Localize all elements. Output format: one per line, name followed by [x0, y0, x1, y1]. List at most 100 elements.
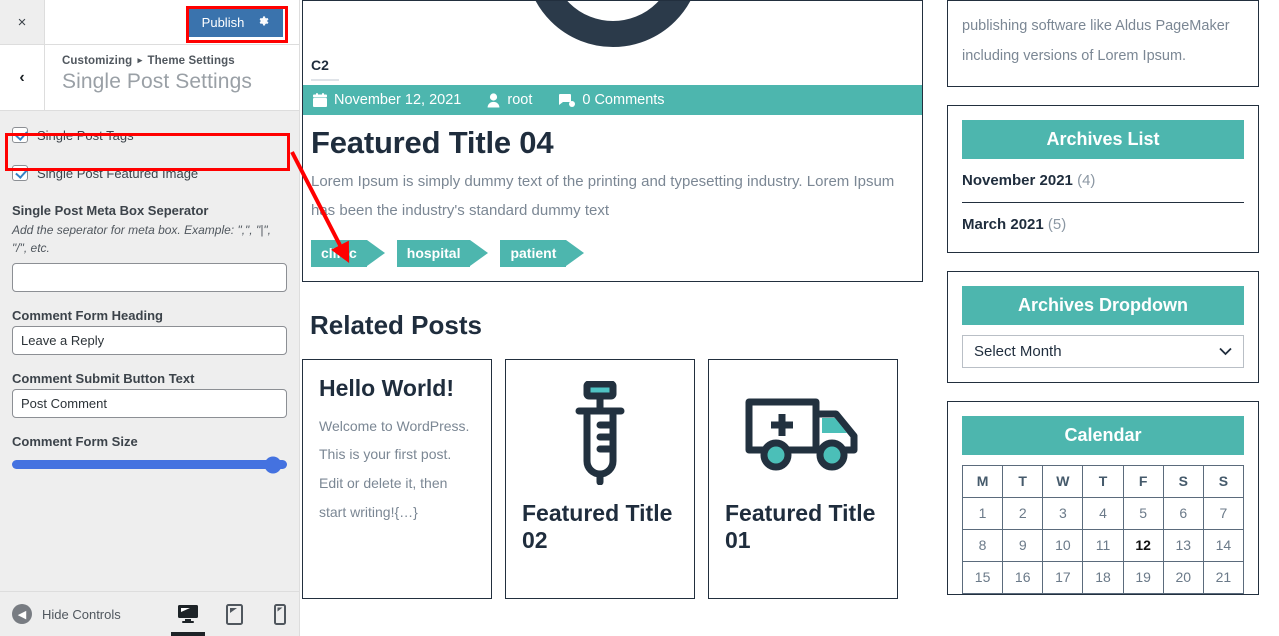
calendar-day-cell[interactable]: 14 — [1202, 528, 1245, 562]
checkbox-single-post-tags[interactable] — [12, 127, 28, 143]
calendar-day-cell[interactable]: 17 — [1042, 560, 1084, 594]
calendar-day-cell[interactable]: 21 — [1202, 560, 1245, 594]
related-post-title[interactable]: Featured Title 01 — [725, 500, 881, 554]
archives-list-title: Archives List — [962, 119, 1244, 159]
text-widget-body: publishing software like Aldus PageMaker… — [948, 1, 1258, 86]
post-meta-bar: November 12, 2021 root 0 Comments — [303, 85, 922, 115]
breadcrumb-root: Customizing — [62, 55, 133, 67]
calendar-day-cell[interactable]: 7 — [1202, 496, 1245, 530]
calendar-wrap: MTWTFSS 1 2 3 4 5 6 7 8 9 10 11 12 13 14 15 16 17 18 19 20 2… — [948, 455, 1258, 594]
archives-item-count: (4) — [1077, 171, 1096, 189]
gear-icon[interactable] — [256, 14, 270, 30]
archives-item-count: (5) — [1047, 215, 1067, 233]
post-tag-list: clinic hospital patient — [303, 232, 922, 281]
calendar-day-header: S — [1202, 464, 1245, 498]
widget-calendar: Calendar MTWTFSS 1 2 3 4 5 6 7 8 9 10 11 12 13 14 15 16… — [947, 400, 1259, 595]
featured-image-graphic — [524, 1, 701, 47]
slider-thumb[interactable] — [264, 456, 282, 473]
post-tag[interactable]: patient — [500, 239, 585, 267]
calendar-title: Calendar — [962, 415, 1244, 455]
calendar-week-row: 1234567 — [961, 496, 1245, 530]
calendar-day-cell[interactable]: 10 — [1042, 528, 1084, 562]
archives-list-item[interactable]: November 2021 (4) — [962, 159, 1244, 203]
breadcrumb: Customizing ▸ Theme Settings — [62, 55, 252, 67]
calendar-day-cell[interactable]: 15 — [961, 560, 1004, 594]
related-post-excerpt: Welcome to WordPress. This is your first… — [319, 417, 470, 520]
customizer-section-header: ‹ Customizing ▸ Theme Settings Single Po… — [0, 45, 299, 111]
calendar-day-cell[interactable]: 12 — [1122, 528, 1164, 562]
label-comment-form-heading: Comment Form Heading — [12, 308, 163, 323]
archives-dropdown-wrap: Select Month — [948, 325, 1258, 382]
meta-box-separator-input[interactable] — [12, 263, 287, 292]
label-meta-box-separator: Single Post Meta Box Seperator — [12, 203, 209, 218]
archives-dropdown-title: Archives Dropdown — [962, 285, 1244, 325]
label-comment-form-size: Comment Form Size — [12, 434, 138, 449]
calendar-day-cell[interactable]: 11 — [1082, 528, 1124, 562]
calendar-day-cell[interactable]: 9 — [1002, 528, 1044, 562]
widget-archives-dropdown: Archives Dropdown Select Month — [947, 270, 1259, 383]
calendar-day-cell[interactable]: 13 — [1162, 528, 1204, 562]
comment-form-heading-input[interactable] — [12, 326, 287, 355]
checkbox-single-post-featured-image[interactable] — [12, 165, 28, 181]
hide-controls-button[interactable]: ◀ Hide Controls — [12, 604, 121, 624]
calendar-day-cell[interactable]: 19 — [1122, 560, 1164, 594]
post-featured-image — [303, 1, 922, 53]
publish-button[interactable]: Publish — [189, 7, 283, 37]
post-comments-text: 0 Comments — [582, 92, 665, 108]
post-category[interactable]: C2 — [303, 53, 922, 73]
calendar-day-cell[interactable]: 4 — [1082, 496, 1124, 530]
related-post-title[interactable]: Hello World! — [319, 374, 475, 402]
breadcrumb-parent[interactable]: Theme Settings — [148, 55, 235, 67]
post-tag[interactable]: clinic — [311, 239, 385, 267]
mobile-preview-icon[interactable] — [267, 592, 293, 636]
comments-icon — [558, 93, 576, 108]
calendar-day-cell[interactable]: 2 — [1002, 496, 1044, 530]
field-meta-box-separator-wrap — [0, 263, 299, 294]
back-chevron-icon[interactable]: ‹ — [0, 45, 45, 110]
calendar-day-cell[interactable]: 3 — [1042, 496, 1084, 530]
archives-item-label: March 2021 — [962, 215, 1048, 233]
chevron-down-icon — [1219, 343, 1232, 360]
calendar-day-cell[interactable]: 1 — [961, 496, 1004, 530]
post-title[interactable]: Featured Title 04 — [303, 115, 922, 165]
related-post-card[interactable]: Hello World! Welcome to WordPress. This i… — [302, 358, 492, 599]
widget-archives-list: Archives List November 2021 (4) March 202… — [947, 104, 1259, 253]
archives-select-value: Select Month — [974, 342, 1062, 360]
archives-list-items: November 2021 (4) March 2021 (5) — [948, 159, 1258, 252]
calendar-day-header: T — [1002, 464, 1044, 498]
comment-form-size-slider[interactable] — [0, 452, 299, 473]
comment-submit-button-input[interactable] — [12, 389, 287, 418]
customizer-controls: Single Post Tags Single Post Featured Im… — [0, 111, 299, 591]
related-posts-heading: Related Posts — [310, 309, 482, 340]
archives-select[interactable]: Select Month — [962, 334, 1244, 368]
publish-area: Publish — [189, 0, 299, 44]
related-post-card[interactable]: Featured Title 02 — [505, 358, 695, 599]
close-icon[interactable]: × — [0, 0, 45, 44]
related-post-card[interactable]: Featured Title 01 — [708, 358, 898, 599]
calendar-day-cell[interactable]: 5 — [1122, 496, 1164, 530]
text-widget-content: publishing software like Aldus PageMaker… — [962, 18, 1230, 65]
calendar-day-cell[interactable]: 8 — [961, 528, 1004, 562]
slider-track[interactable] — [12, 456, 287, 473]
hide-controls-label: Hide Controls — [42, 606, 121, 622]
tablet-preview-icon[interactable] — [221, 592, 247, 636]
post-excerpt: Lorem Ipsum is simply dummy text of the … — [311, 173, 895, 220]
related-post-title[interactable]: Featured Title 02 — [522, 500, 678, 554]
calendar-body: 1 2 3 4 5 6 7 8 9 10 11 12 13 14 15 16 17 18 19 20 21 — [961, 496, 1245, 594]
post-meta-date: November 12, 2021 — [313, 92, 461, 108]
breadcrumb-separator-icon: ▸ — [137, 55, 143, 65]
label-comment-submit-button-text: Comment Submit Button Text — [12, 371, 195, 386]
post-meta-comments: 0 Comments — [558, 92, 665, 108]
field-comment-submit-button-wrap — [0, 389, 299, 420]
control-single-post-featured-image[interactable]: Single Post Featured Image — [0, 151, 299, 189]
post-tag[interactable]: hospital — [396, 239, 489, 267]
post-author-text: root — [507, 92, 533, 108]
control-single-post-tags[interactable]: Single Post Tags — [0, 111, 299, 151]
calendar-day-cell[interactable]: 18 — [1082, 560, 1124, 594]
archives-list-item[interactable]: March 2021 (5) — [962, 203, 1244, 246]
calendar-day-cell[interactable]: 6 — [1162, 496, 1204, 530]
calendar-day-cell[interactable]: 20 — [1162, 560, 1204, 594]
calendar-day-cell[interactable]: 16 — [1002, 560, 1044, 594]
page-title: Single Post Settings — [62, 70, 252, 93]
desktop-preview-icon[interactable] — [171, 592, 205, 636]
